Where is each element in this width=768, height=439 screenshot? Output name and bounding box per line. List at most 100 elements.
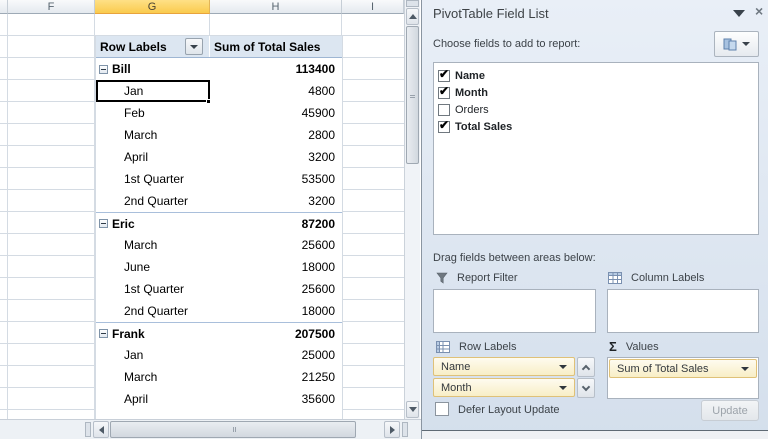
pivot-label-cell[interactable]: 1st Quarter: [96, 168, 210, 190]
pivot-row-jan[interactable]: Jan 25000: [96, 344, 342, 366]
pivot-row-frank[interactable]: Frank 207500: [96, 322, 342, 344]
pivot-label-cell[interactable]: Bill: [96, 58, 210, 80]
field-checkbox[interactable]: ✔: [438, 84, 450, 99]
arrow-left-icon: [98, 425, 104, 434]
column-header-g-selected[interactable]: G: [95, 0, 210, 14]
pivot-value-cell[interactable]: 18000: [210, 304, 342, 318]
pivot-value-cell[interactable]: 25600: [210, 282, 342, 296]
report-filter-area[interactable]: [433, 289, 596, 333]
defer-layout-checkbox[interactable]: [435, 402, 449, 416]
pivot-value-cell[interactable]: 21250: [210, 370, 342, 384]
pivot-value-cell[interactable]: 87200: [210, 217, 342, 231]
vertical-split-handle[interactable]: [406, 0, 419, 7]
pivot-value-cell[interactable]: 2800: [210, 128, 342, 142]
active-cell[interactable]: Jan: [96, 80, 211, 104]
pivot-value-cell[interactable]: 45900: [210, 106, 342, 120]
pivot-value-cell[interactable]: 207500: [210, 327, 342, 341]
pivot-row-june[interactable]: June 18000: [96, 256, 342, 278]
row-labels-filter-button[interactable]: [185, 38, 203, 55]
pivot-row-bill[interactable]: Bill 113400: [96, 58, 342, 80]
pivot-row-1st-quarter[interactable]: 1st Quarter 25600: [96, 278, 342, 300]
pivot-label-cell[interactable]: March: [96, 124, 210, 146]
field-checkbox[interactable]: [438, 103, 450, 116]
pivot-value-cell[interactable]: 25000: [210, 348, 342, 362]
field-pill-sum-of-total-sales[interactable]: Sum of Total Sales: [609, 359, 757, 378]
pivot-row-2nd-quarter[interactable]: 2nd Quarter 3200: [96, 190, 342, 212]
vertical-scroll-thumb[interactable]: [406, 26, 419, 164]
scroll-down-button[interactable]: [406, 401, 419, 418]
column-labels-area[interactable]: [607, 289, 759, 333]
field-item-orders[interactable]: Orders: [438, 101, 754, 118]
field-checkbox[interactable]: ✔: [438, 67, 450, 82]
pivot-value-cell[interactable]: 113400: [210, 62, 342, 76]
pivot-row-april[interactable]: April 35600: [96, 388, 342, 410]
dropdown-arrow-icon[interactable]: [559, 364, 567, 369]
dropdown-arrow-icon[interactable]: [741, 366, 749, 371]
field-list-layout-button[interactable]: [714, 31, 759, 57]
pivot-value-cell[interactable]: 35600: [210, 392, 342, 406]
field-pill-name[interactable]: Name: [433, 357, 575, 376]
pivot-row-march[interactable]: March 25600: [96, 234, 342, 256]
pivot-row-label: 1st Quarter: [124, 172, 185, 186]
pill-scroll-down-button[interactable]: [577, 378, 595, 398]
pivot-label-cell[interactable]: March: [96, 366, 210, 388]
pivot-value-cell[interactable]: 25600: [210, 238, 342, 252]
collapse-minus-icon[interactable]: [99, 219, 108, 228]
pivot-label-cell[interactable]: Feb: [96, 102, 210, 124]
pill-scroll-up-button[interactable]: [577, 357, 595, 377]
pivot-row-april[interactable]: April 3200: [96, 146, 342, 168]
pivot-row-march[interactable]: March 2800: [96, 124, 342, 146]
pivot-value-cell[interactable]: 4800: [210, 84, 342, 98]
pivot-value-cell[interactable]: 3200: [210, 194, 342, 208]
pivot-label-cell[interactable]: Frank: [96, 323, 210, 344]
collapse-minus-icon[interactable]: [99, 329, 108, 338]
column-header-f[interactable]: F: [8, 0, 95, 14]
pivot-row-march[interactable]: March 21250: [96, 366, 342, 388]
fill-handle[interactable]: [206, 99, 211, 104]
pivot-row-feb[interactable]: Feb 45900: [96, 102, 342, 124]
pivot-label-cell[interactable]: 1st Quarter: [96, 278, 210, 300]
values-area[interactable]: Sum of Total Sales: [607, 357, 759, 399]
row-labels-header-cell[interactable]: Row Labels: [96, 36, 210, 57]
column-header-h[interactable]: H: [210, 0, 342, 14]
field-checkbox[interactable]: ✔: [438, 118, 450, 133]
field-item-total-sales[interactable]: ✔ Total Sales: [438, 118, 754, 135]
pivot-label-cell[interactable]: April: [96, 146, 210, 168]
field-item-month[interactable]: ✔ Month: [438, 84, 754, 101]
pivot-row-jan[interactable]: Jan 4800: [96, 80, 342, 104]
pivot-label-cell[interactable]: 2nd Quarter: [96, 190, 210, 212]
horizontal-scroll-thumb[interactable]: [110, 421, 356, 438]
panel-menu-icon[interactable]: [733, 10, 745, 17]
pivot-label-cell[interactable]: April: [96, 388, 210, 410]
pivot-row-eric[interactable]: Eric 87200: [96, 212, 342, 234]
close-icon[interactable]: ×: [755, 3, 763, 19]
field-pill-month[interactable]: Month: [433, 378, 575, 397]
column-header-i[interactable]: I: [342, 0, 404, 14]
field-item-name[interactable]: ✔ Name: [438, 67, 754, 84]
pivot-row-2nd-quarter[interactable]: 2nd Quarter 18000: [96, 300, 342, 322]
pivot-label-cell[interactable]: March: [96, 234, 210, 256]
pivot-value-cell[interactable]: 53500: [210, 172, 342, 186]
tab-split-handle[interactable]: [85, 422, 91, 437]
pivot-label-cell[interactable]: June: [96, 256, 210, 278]
pivot-header-row: Row Labels Sum of Total Sales: [96, 36, 342, 58]
column-header-sliver[interactable]: [0, 0, 8, 14]
pivot-row-1st-quarter[interactable]: 1st Quarter 53500: [96, 168, 342, 190]
panel-title: PivotTable Field List: [433, 6, 549, 21]
pivot-value-cell[interactable]: 3200: [210, 150, 342, 164]
pivot-rows: Bill 113400 Jan 4800 Feb 45900 March 2800 April 3…: [96, 58, 342, 410]
row-labels-area[interactable]: Name Month: [433, 357, 575, 399]
pivot-value-cell[interactable]: 18000: [210, 260, 342, 274]
update-button[interactable]: Update: [701, 400, 759, 421]
dropdown-arrow-icon[interactable]: [559, 385, 567, 390]
horizontal-split-handle[interactable]: [402, 422, 408, 437]
scroll-up-button[interactable]: [406, 8, 419, 25]
pivot-label-cell[interactable]: Jan: [96, 344, 210, 366]
collapse-minus-icon[interactable]: [99, 64, 108, 74]
values-area-label: Values: [625, 340, 659, 353]
values-header-cell[interactable]: Sum of Total Sales: [210, 40, 342, 54]
pivot-label-cell[interactable]: 2nd Quarter: [96, 300, 210, 322]
scroll-left-button[interactable]: [93, 421, 109, 438]
pivot-label-cell[interactable]: Eric: [96, 213, 210, 234]
scroll-right-button[interactable]: [384, 421, 400, 438]
